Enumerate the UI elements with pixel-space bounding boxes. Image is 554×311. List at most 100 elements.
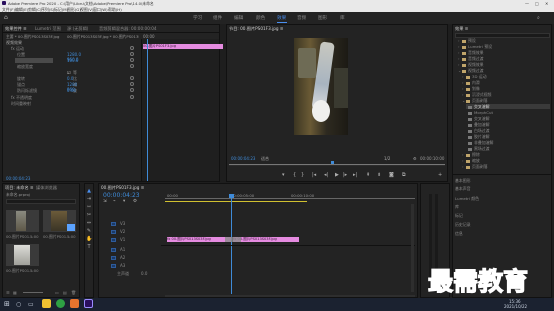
ec-clip-bar[interactable]: 00.图片PS01F3.jpg xyxy=(143,44,223,49)
uniform-scale-checkbox[interactable]: ☑ xyxy=(67,70,71,75)
mark-in-icon[interactable]: { xyxy=(293,172,296,178)
history-tab[interactable]: 历史记录 xyxy=(455,222,471,227)
track-a1[interactable]: A1 xyxy=(101,247,159,253)
track-a3[interactable]: A3 xyxy=(101,263,159,269)
library-item[interactable]: ⌄ 视频过渡 xyxy=(458,68,484,73)
timeline-clip[interactable]: fx 00.图片PS013S03F.jpg xyxy=(233,237,299,242)
selection-tool-icon[interactable]: ▲ xyxy=(86,188,92,194)
timeline-ruler[interactable] xyxy=(165,198,415,199)
type-tool-icon[interactable]: T xyxy=(86,244,92,250)
library-item[interactable]: › 视频效果 xyxy=(458,62,484,67)
reset-icon[interactable] xyxy=(130,52,134,56)
reset-icon[interactable] xyxy=(130,46,134,50)
ec-mini-timeline[interactable] xyxy=(141,39,219,181)
reset-icon[interactable] xyxy=(130,95,134,99)
play-icon[interactable]: ▶ xyxy=(335,172,339,178)
start-icon[interactable]: ⊞ xyxy=(4,300,10,308)
search-icon[interactable]: ○ xyxy=(16,301,21,308)
compare-icon[interactable]: ⧉ xyxy=(402,172,406,178)
timeline-playhead[interactable] xyxy=(231,194,232,294)
reset-icon[interactable] xyxy=(130,76,134,80)
track-toggle[interactable] xyxy=(111,248,116,252)
workspace-learn[interactable]: 学习 xyxy=(193,15,202,21)
ec-playhead[interactable] xyxy=(147,39,148,181)
go-to-in-icon[interactable]: |◂ xyxy=(312,172,316,178)
library-item[interactable]: MorphCut xyxy=(468,110,493,115)
linked-selection-icon[interactable]: ⌁ xyxy=(113,199,116,204)
library-item[interactable]: › 沉浸式视频 xyxy=(462,92,491,97)
extract-icon[interactable]: ⇟ xyxy=(377,172,381,178)
add-button-icon[interactable]: + xyxy=(438,172,442,178)
workspace-assembly[interactable]: 组件 xyxy=(213,15,222,21)
ec-row-position[interactable]: 位置 1280.0 960.0 xyxy=(17,52,81,62)
playhead-handle[interactable] xyxy=(229,194,234,198)
delete-icon[interactable]: 🗑 xyxy=(71,290,76,295)
sequence-clip-label[interactable]: 00.图片PS013S03F.jpg * 00.图片PS013S03F.jpg xyxy=(67,34,139,40)
minimize-button[interactable]: — xyxy=(525,1,529,6)
lift-icon[interactable]: ⇞ xyxy=(366,172,370,178)
tab-sequence[interactable]: 00.图片PS01F3.jpg ≡ xyxy=(101,185,181,191)
quality-dropdown[interactable]: 1/2 xyxy=(384,156,390,161)
go-to-out-icon[interactable]: ▸| xyxy=(353,172,357,178)
ec-row-rotation[interactable]: 旋转 0.0 xyxy=(17,76,73,81)
workspace-audio[interactable]: 音频 xyxy=(297,15,306,21)
premiere-taskbar-icon[interactable] xyxy=(84,299,93,308)
rotation-value[interactable]: 0.0 xyxy=(67,76,73,81)
reset-icon[interactable] xyxy=(130,88,134,92)
library-item[interactable]: › 缩放 xyxy=(462,158,480,163)
library-item-selected[interactable]: 交叉溶解 xyxy=(468,104,490,109)
project-thumbnail[interactable] xyxy=(43,210,76,232)
master-volume[interactable]: 0.0 xyxy=(141,271,147,276)
library-item[interactable]: › 音频过渡 xyxy=(458,56,484,61)
program-timecode[interactable]: 00:00:04:23 xyxy=(231,156,255,161)
export-frame-icon[interactable]: ◙ xyxy=(389,172,394,178)
hand-tool-icon[interactable]: ✋ xyxy=(86,236,92,242)
browser-icon[interactable] xyxy=(56,299,65,308)
library-item[interactable]: 黑场过渡 xyxy=(468,146,490,151)
workspace-editing[interactable]: 编辑 xyxy=(234,15,243,21)
timeline-settings-icon[interactable]: ⚙ xyxy=(133,199,137,204)
track-toggle[interactable] xyxy=(111,230,116,234)
ec-row-motion[interactable]: fx 运动 xyxy=(11,46,24,51)
markers-tab[interactable]: 标记 xyxy=(455,213,463,218)
ripple-edit-icon[interactable]: ⇿ xyxy=(86,204,92,210)
zoom-slider[interactable] xyxy=(23,292,43,293)
search-icon[interactable]: ⌕ xyxy=(537,15,540,21)
library-item[interactable]: 非叠加溶解 xyxy=(468,140,493,145)
track-a2[interactable]: A2 xyxy=(101,255,159,261)
ec-row-antiflicker[interactable]: 防闪烁滤镜 0.00 xyxy=(17,88,76,93)
track-v2[interactable]: V2 xyxy=(101,229,159,235)
project-thumbnail[interactable] xyxy=(6,244,39,266)
reset-icon[interactable] xyxy=(130,58,134,62)
tab-media-browser[interactable]: 媒体浏览器 xyxy=(36,185,57,191)
new-item-icon[interactable]: ▤ xyxy=(63,290,67,295)
app-icon[interactable] xyxy=(70,299,79,308)
timeline-clip[interactable]: fx 00.图片PS013S03F.jpg xyxy=(167,237,231,242)
library-item[interactable]: › 内滑 xyxy=(462,80,480,85)
slip-tool-icon[interactable]: ⇔ xyxy=(86,220,92,226)
track-select-icon[interactable]: ⇥ xyxy=(86,196,92,202)
marker-icon[interactable]: ▾ xyxy=(282,172,285,178)
home-icon[interactable]: ⌂ xyxy=(4,14,8,21)
ec-row-time-remap[interactable]: 时间重映射 xyxy=(11,101,31,106)
library-item[interactable]: › 音频效果 xyxy=(458,50,484,55)
razor-tool-icon[interactable]: ✂ xyxy=(86,212,92,218)
antiflicker-value[interactable]: 0.00 xyxy=(67,88,76,93)
library-item[interactable]: › 擦除 xyxy=(462,152,480,157)
step-back-icon[interactable]: ◂| xyxy=(324,172,328,178)
fit-dropdown[interactable]: 适合 xyxy=(261,156,269,162)
library-item[interactable]: 胶片溶解 xyxy=(468,134,490,139)
library-item[interactable]: › 预设 xyxy=(458,38,476,43)
library-item[interactable]: 叠加溶解 xyxy=(468,122,490,127)
project-search-input[interactable] xyxy=(6,199,76,204)
task-view-icon[interactable]: ▭ xyxy=(28,301,34,308)
library-item[interactable]: 白场过渡 xyxy=(468,128,490,133)
library-item[interactable]: 交叉溶解 xyxy=(468,116,490,121)
workspace-graphics[interactable]: 图形 xyxy=(318,15,327,21)
workspace-color[interactable]: 颜色 xyxy=(256,15,265,21)
tab-effects[interactable]: 效果 ≡ xyxy=(455,26,468,32)
ec-row-anchor[interactable]: 锚点 1280 960 xyxy=(17,82,77,92)
library-item[interactable]: › Lumetri 预设 xyxy=(458,44,492,49)
work-area-bar[interactable] xyxy=(165,201,307,202)
timeline-horizontal-scrollbar[interactable] xyxy=(165,295,415,297)
